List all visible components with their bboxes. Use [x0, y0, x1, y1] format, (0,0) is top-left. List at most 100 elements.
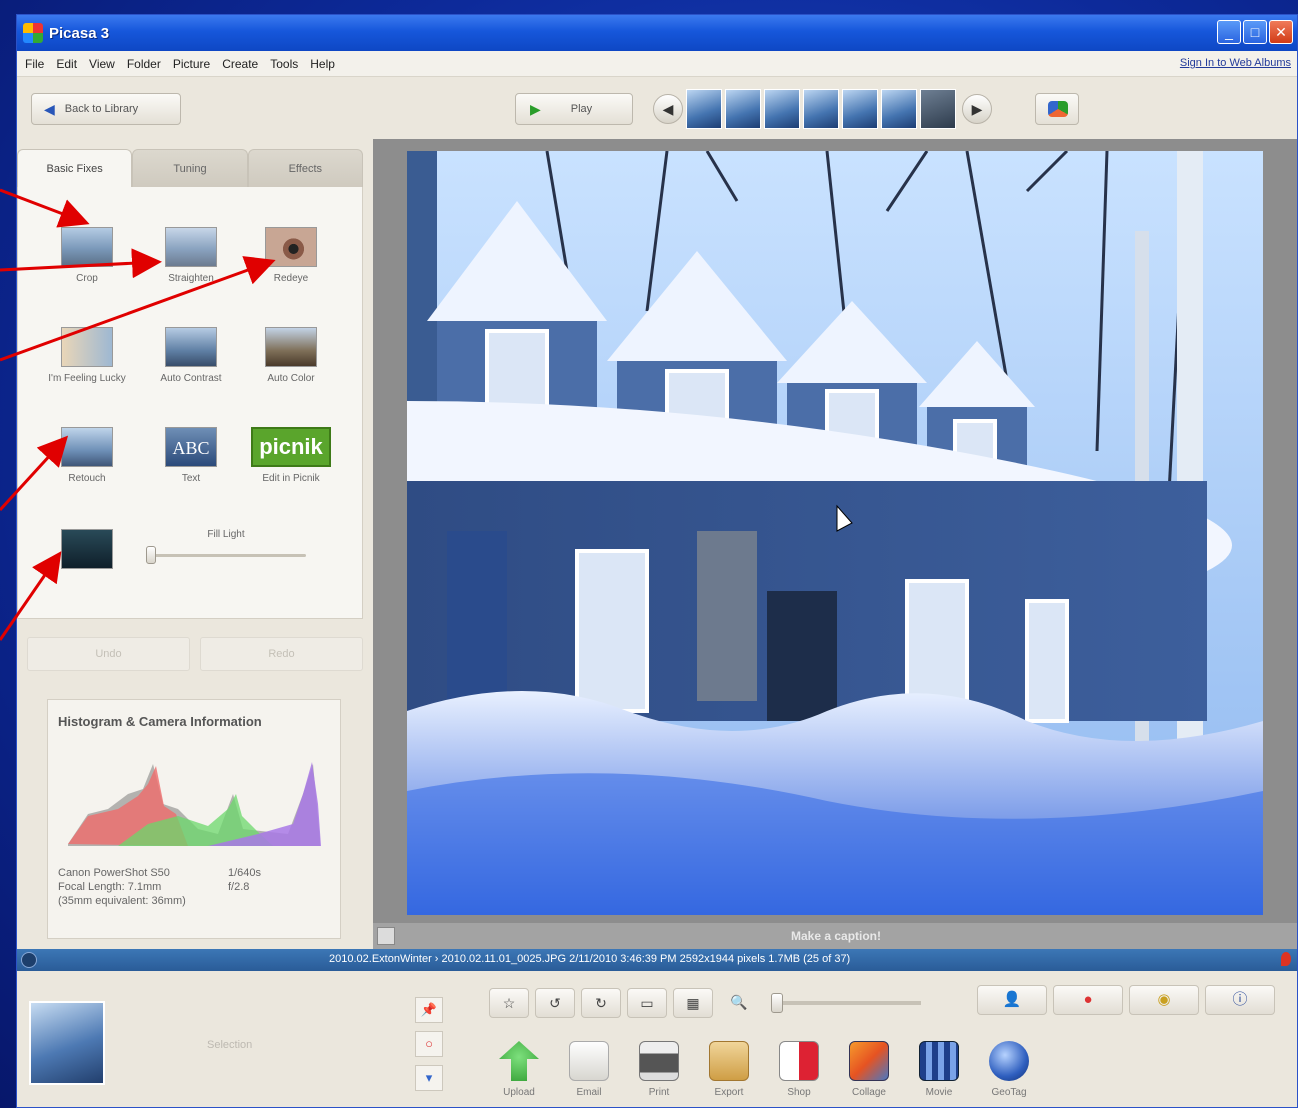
- rotate-right-icon[interactable]: ↻: [581, 988, 621, 1018]
- aperture: f/2.8: [228, 881, 250, 893]
- menu-view[interactable]: View: [89, 57, 115, 71]
- previous-photo-icon[interactable]: ◀: [653, 94, 683, 124]
- undo-button[interactable]: Undo: [27, 637, 190, 671]
- collage-action[interactable]: Collage: [841, 1041, 897, 1098]
- text-fix[interactable]: ABC Text: [136, 427, 246, 484]
- filmstrip-thumb[interactable]: [686, 89, 722, 129]
- geotag-icon: [989, 1041, 1029, 1081]
- back-to-library-button[interactable]: ◀ Back to Library: [31, 93, 181, 125]
- selection-thumbnail[interactable]: [29, 1001, 105, 1085]
- status-bar: 2010.02.ExtonWinter › 2010.02.11.01_0025…: [17, 949, 1297, 971]
- movie-label: Movie: [925, 1087, 953, 1098]
- shop-label: Shop: [787, 1087, 811, 1098]
- fill-light-fix[interactable]: [32, 529, 142, 569]
- grid-view-icon[interactable]: ▦: [673, 988, 713, 1018]
- zoom-slider[interactable]: [771, 993, 921, 1013]
- geotag-action[interactable]: GeoTag: [981, 1041, 1037, 1098]
- play-slideshow-button[interactable]: ▶ Play: [515, 93, 633, 125]
- play-label: Play: [570, 103, 593, 115]
- redeye-fix[interactable]: Redeye: [236, 227, 346, 284]
- upload-icon: [499, 1041, 539, 1081]
- picnik-logo-icon: picnik: [251, 427, 331, 467]
- places-pin-icon[interactable]: ●: [1053, 985, 1123, 1015]
- filmstrip-thumb[interactable]: [842, 89, 878, 129]
- fill-light-slider[interactable]: [146, 546, 306, 564]
- fill-light-icon: [61, 529, 113, 569]
- filmstrip-thumb[interactable]: [920, 89, 956, 129]
- shop-icon: [779, 1041, 819, 1081]
- menu-file[interactable]: File: [25, 57, 44, 71]
- straighten-label: Straighten: [168, 273, 214, 284]
- sign-in-link[interactable]: Sign In to Web Albums: [1180, 57, 1291, 69]
- menu-create[interactable]: Create: [222, 57, 258, 71]
- filmstrip-thumb[interactable]: [803, 89, 839, 129]
- crop-fix[interactable]: Crop: [32, 227, 142, 284]
- tab-basic-fixes[interactable]: Basic Fixes: [17, 149, 133, 187]
- redeye-icon: [265, 227, 317, 267]
- edit-in-picnik-fix[interactable]: picnik Edit in Picnik: [236, 427, 346, 484]
- location-pin-icon[interactable]: [1281, 952, 1291, 966]
- minimize-button[interactable]: _: [1217, 20, 1241, 44]
- tags-icon[interactable]: ◉: [1129, 985, 1199, 1015]
- filmstrip-thumb[interactable]: [725, 89, 761, 129]
- retouch-fix[interactable]: Retouch: [32, 427, 142, 484]
- upload-action[interactable]: Upload: [491, 1041, 547, 1098]
- redo-button[interactable]: Redo: [200, 637, 363, 671]
- collage-label: Collage: [852, 1087, 886, 1098]
- people-icon[interactable]: 👤: [977, 985, 1047, 1015]
- zoom-slider-thumb[interactable]: [771, 993, 783, 1013]
- tab-tuning[interactable]: Tuning: [132, 149, 248, 187]
- single-view-icon[interactable]: ▭: [627, 988, 667, 1018]
- feeling-lucky-fix[interactable]: I'm Feeling Lucky: [32, 327, 142, 384]
- geotag-label: GeoTag: [991, 1087, 1027, 1098]
- clear-tray-icon[interactable]: ○: [415, 1031, 443, 1057]
- undo-redo-row: Undo Redo: [27, 637, 363, 671]
- menu-edit[interactable]: Edit: [56, 57, 77, 71]
- auto-color-fix[interactable]: Auto Color: [236, 327, 346, 384]
- email-label: Email: [576, 1087, 602, 1098]
- menu-tools[interactable]: Tools: [270, 57, 298, 71]
- print-action[interactable]: Print: [631, 1041, 687, 1098]
- menu-picture[interactable]: Picture: [173, 57, 210, 71]
- effects-toggle-button[interactable]: [1035, 93, 1079, 125]
- main-photo[interactable]: [407, 151, 1263, 915]
- movie-icon: [919, 1041, 959, 1081]
- rotate-left-icon[interactable]: ↺: [535, 988, 575, 1018]
- picnik-label: Edit in Picnik: [262, 473, 320, 484]
- back-label: Back to Library: [64, 103, 139, 115]
- info-icon[interactable]: ⓘ: [1205, 985, 1275, 1015]
- fill-light-label: Fill Light: [207, 529, 245, 540]
- filmstrip-thumb[interactable]: [881, 89, 917, 129]
- window-controls: _ □ ✕: [1217, 20, 1293, 44]
- tab-effects[interactable]: Effects: [247, 149, 363, 187]
- email-action[interactable]: Email: [561, 1041, 617, 1098]
- add-to-album-icon[interactable]: ▾: [415, 1065, 443, 1091]
- shutter-speed: 1/640s: [228, 867, 262, 879]
- menu-folder[interactable]: Folder: [127, 57, 161, 71]
- fill-light-slider-thumb[interactable]: [146, 546, 156, 564]
- maximize-button[interactable]: □: [1243, 20, 1267, 44]
- export-action[interactable]: Export: [701, 1041, 757, 1098]
- straighten-icon: [165, 227, 217, 267]
- caption-input[interactable]: Make a caption!: [373, 929, 1297, 943]
- collage-icon: [849, 1041, 889, 1081]
- collapse-icon[interactable]: [21, 952, 37, 968]
- close-button[interactable]: ✕: [1269, 20, 1293, 44]
- menu-help[interactable]: Help: [310, 57, 335, 71]
- auto-contrast-fix[interactable]: Auto Contrast: [136, 327, 246, 384]
- next-photo-icon[interactable]: ▶: [962, 94, 992, 124]
- auto-contrast-label: Auto Contrast: [160, 373, 222, 384]
- back-arrow-icon: ◀: [44, 100, 55, 117]
- camera-info: Canon PowerShot S50 Focal Length: 7.1mm …: [58, 866, 186, 908]
- text-label: Text: [181, 473, 201, 484]
- crop-label: Crop: [76, 273, 98, 284]
- shop-action[interactable]: Shop: [771, 1041, 827, 1098]
- hold-pin-icon[interactable]: 📌: [415, 997, 443, 1023]
- straighten-fix[interactable]: Straighten: [136, 227, 246, 284]
- filmstrip-thumb[interactable]: [764, 89, 800, 129]
- title-bar[interactable]: Picasa 3 _ □ ✕: [17, 15, 1297, 51]
- star-icon[interactable]: ☆: [489, 988, 529, 1018]
- upload-label: Upload: [503, 1087, 535, 1098]
- movie-action[interactable]: Movie: [911, 1041, 967, 1098]
- auto-color-icon: [265, 327, 317, 367]
